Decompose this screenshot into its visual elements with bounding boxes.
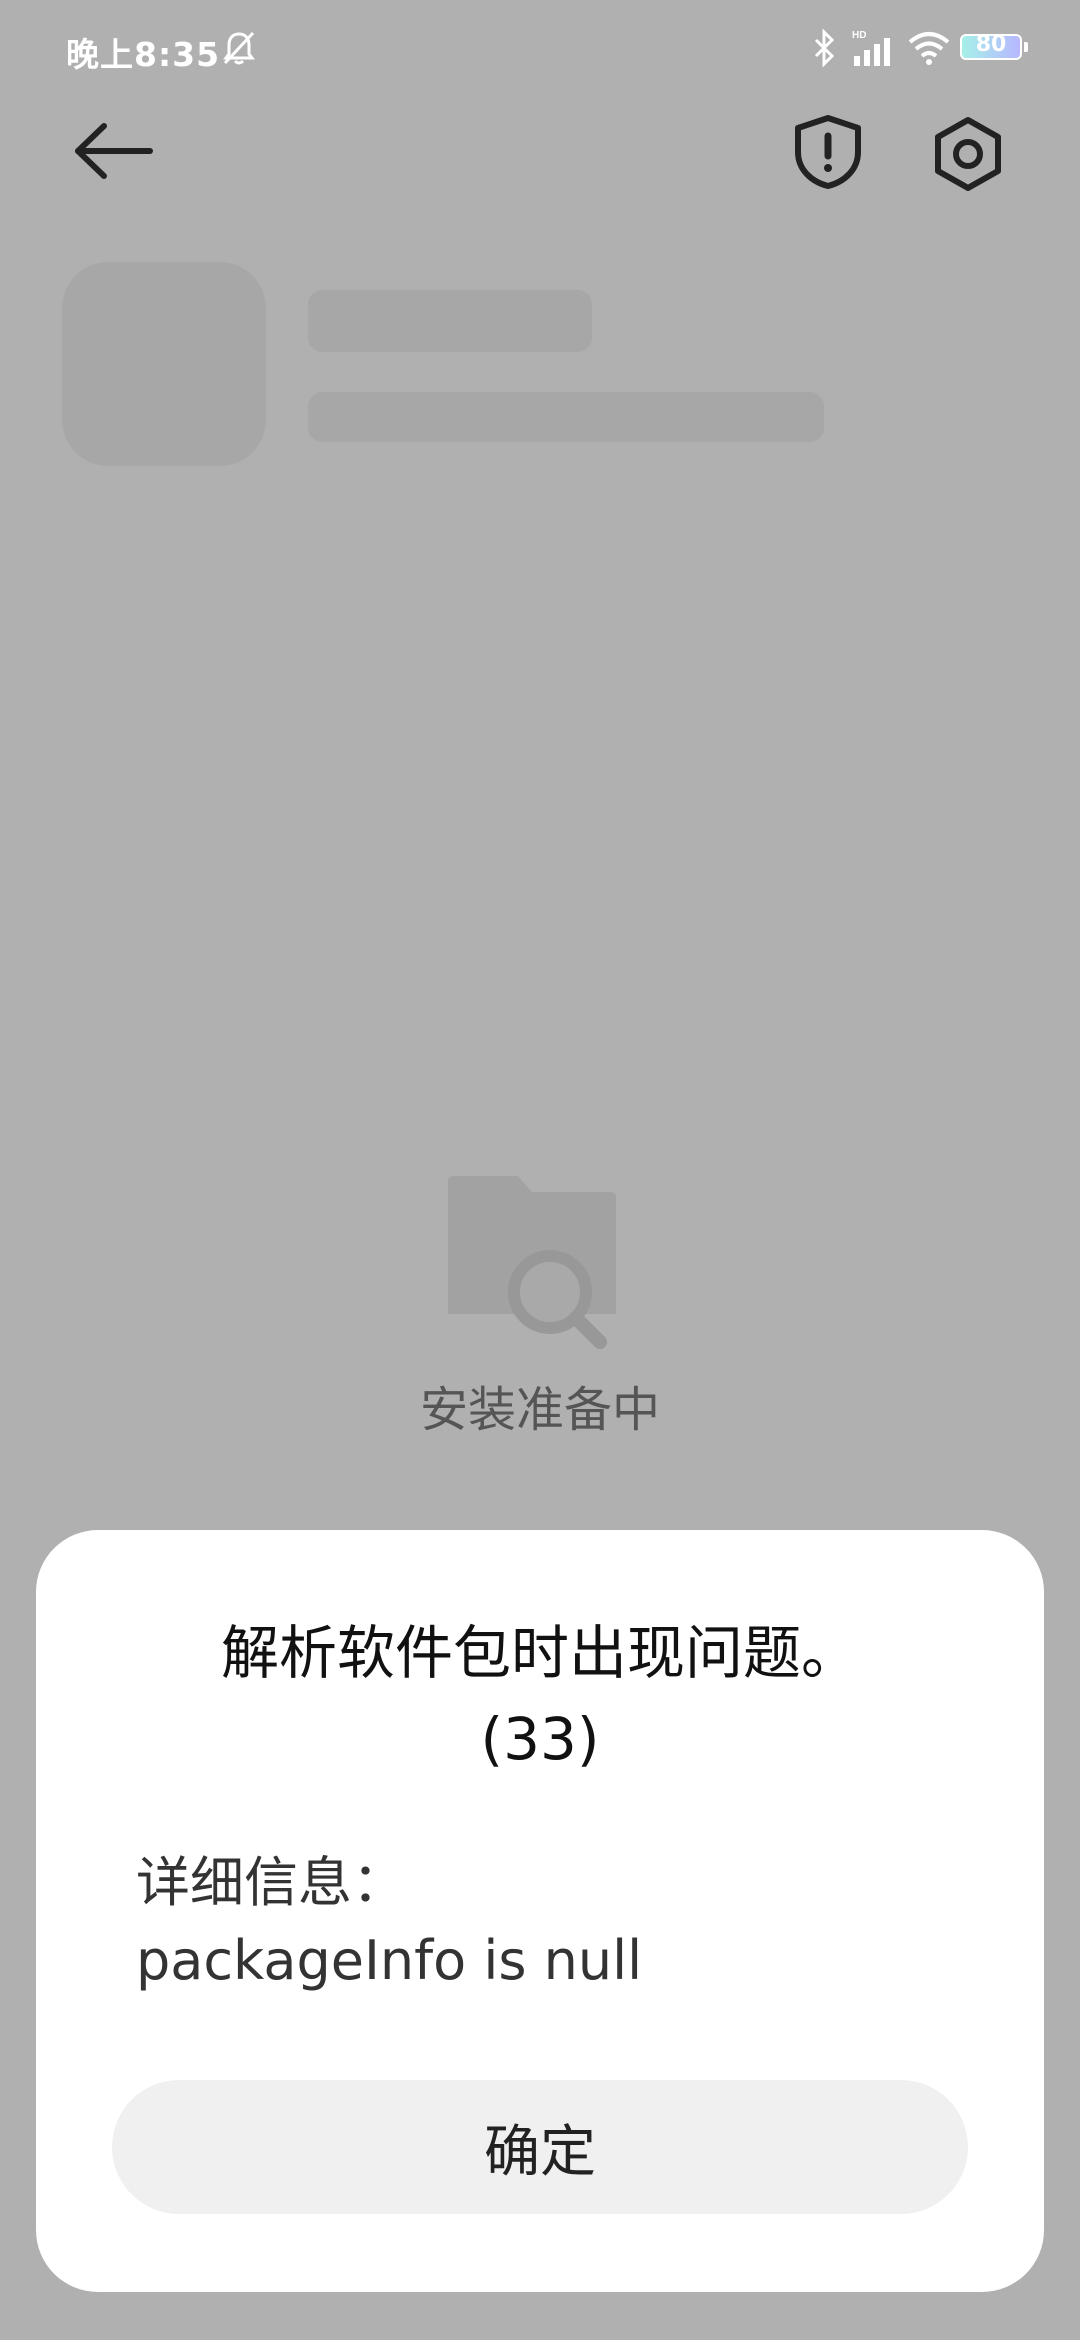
dialog-title-code: (33) bbox=[480, 1705, 600, 1773]
bluetooth-icon bbox=[814, 28, 835, 68]
battery-cap bbox=[1024, 42, 1028, 52]
dialog-message: 详细信息： packageInfo is null bbox=[136, 1830, 956, 2014]
status-bar: 晚上8:35 HD 80 bbox=[0, 0, 1080, 100]
error-dialog: 解析软件包时出现问题。 (33) 详细信息： packageInfo is nu… bbox=[36, 1530, 1044, 2292]
hd-signal-icon: HD bbox=[852, 30, 890, 66]
app-icon-placeholder bbox=[62, 262, 266, 466]
battery-icon: 80 bbox=[960, 32, 1022, 60]
dialog-title-message: 解析软件包时出现问题。 bbox=[220, 1619, 859, 1687]
back-arrow-icon[interactable] bbox=[70, 118, 156, 184]
app-name-placeholder bbox=[308, 290, 592, 352]
svg-text:HD: HD bbox=[852, 30, 866, 41]
detail-value: packageInfo is null bbox=[136, 1929, 643, 1992]
folder-search-icon bbox=[448, 1176, 616, 1349]
dialog-title: 解析软件包时出现问题。 (33) bbox=[76, 1610, 1004, 1782]
install-preparing-text: 安装准备中 bbox=[419, 1382, 660, 1438]
wifi-icon bbox=[908, 32, 950, 65]
battery-level: 80 bbox=[975, 32, 1007, 57]
settings-icon[interactable] bbox=[928, 114, 1008, 194]
app-info-placeholder bbox=[308, 392, 824, 442]
shield-alert-icon[interactable] bbox=[790, 114, 866, 190]
bell-muted-icon bbox=[223, 31, 255, 65]
confirm-button[interactable]: 确定 bbox=[112, 2080, 968, 2214]
status-time: 晚上8:35 bbox=[66, 35, 221, 74]
